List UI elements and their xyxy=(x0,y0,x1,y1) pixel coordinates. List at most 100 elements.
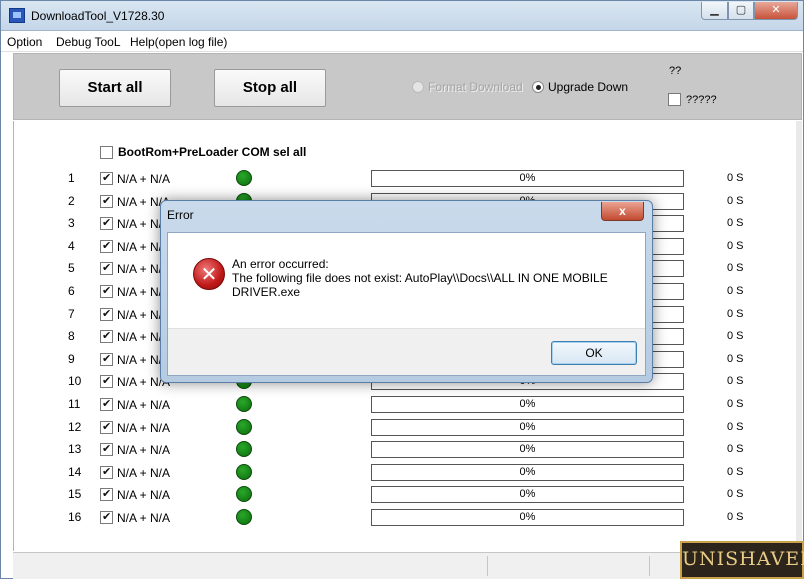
start-all-button[interactable]: Start all xyxy=(59,69,171,107)
row-checkbox[interactable] xyxy=(100,284,113,298)
row-checkbox[interactable] xyxy=(100,307,113,321)
maximize-button[interactable]: ▢ xyxy=(728,2,754,20)
row-elapsed-time: 0 S xyxy=(727,308,744,320)
toolbar: Start all Stop all Format Download Upgra… xyxy=(13,53,802,120)
row-com-port: N/A + N/A xyxy=(117,488,171,502)
row-checkbox[interactable] xyxy=(100,374,113,388)
select-all-checkbox[interactable] xyxy=(100,146,113,159)
row-checkbox[interactable] xyxy=(100,329,113,343)
row-progress-bar: 0% xyxy=(371,486,684,503)
row-com-port: N/A + N/A xyxy=(117,172,171,186)
dialog-footer: OK xyxy=(168,328,645,375)
error-message-line1: An error occurred: xyxy=(232,257,329,271)
row-checkbox[interactable] xyxy=(100,171,113,185)
row-elapsed-time: 0 S xyxy=(727,217,744,229)
row-number: 10 xyxy=(68,374,82,388)
toolbar-question-label: ?? xyxy=(669,65,682,77)
scrollbar[interactable] xyxy=(796,121,802,551)
error-message: An error occurred: The following file do… xyxy=(232,257,627,299)
row-elapsed-time: 0 S xyxy=(727,398,744,410)
port-row: 12 N/A + N/A 0% 0 S xyxy=(14,418,803,438)
row-checkbox[interactable] xyxy=(100,194,113,208)
dialog-body: ✕ An error occurred: The following file … xyxy=(167,232,646,376)
status-separator xyxy=(487,556,488,576)
error-message-line2: The following file does not exist: AutoP… xyxy=(232,271,608,299)
row-elapsed-time: 0 S xyxy=(727,353,744,365)
row-elapsed-time: 0 S xyxy=(727,240,744,252)
row-number: 7 xyxy=(68,307,75,321)
error-dialog: Error x ✕ An error occurred: The followi… xyxy=(160,200,653,383)
row-number: 15 xyxy=(68,487,82,501)
status-led-icon xyxy=(236,419,252,435)
row-checkbox[interactable] xyxy=(100,397,113,411)
watermark-logo: UNISHAVER xyxy=(680,541,804,579)
row-checkbox[interactable] xyxy=(100,239,113,253)
menu-bar: Option Debug TooL Help(open log file) xyxy=(1,32,803,52)
stop-all-button[interactable]: Stop all xyxy=(214,69,326,107)
radio-selected-dot xyxy=(536,85,541,90)
row-elapsed-time: 0 S xyxy=(727,195,744,207)
row-elapsed-time: 0 S xyxy=(727,466,744,478)
status-led-icon xyxy=(236,486,252,502)
port-row: 15 N/A + N/A 0% 0 S xyxy=(14,485,803,505)
status-led-icon xyxy=(236,441,252,457)
port-row: 16 N/A + N/A 0% 0 S xyxy=(14,508,803,528)
format-download-radio xyxy=(412,81,424,93)
upgrade-download-label[interactable]: Upgrade Downloa xyxy=(548,80,628,94)
status-led-icon xyxy=(236,170,252,186)
row-number: 8 xyxy=(68,329,75,343)
row-elapsed-time: 0 S xyxy=(727,375,744,387)
row-com-port: N/A + N/A xyxy=(117,511,171,525)
menu-help[interactable]: Help(open log file) xyxy=(130,35,227,49)
menu-debug-tool[interactable]: Debug TooL xyxy=(56,35,121,49)
row-checkbox[interactable] xyxy=(100,216,113,230)
row-number: 13 xyxy=(68,442,82,456)
row-elapsed-time: 0 S xyxy=(727,443,744,455)
row-elapsed-time: 0 S xyxy=(727,421,744,433)
row-progress-bar: 0% xyxy=(371,441,684,458)
row-number: 5 xyxy=(68,261,75,275)
row-elapsed-time: 0 S xyxy=(727,330,744,342)
row-elapsed-time: 0 S xyxy=(727,285,744,297)
dialog-title: Error xyxy=(167,208,194,222)
row-checkbox[interactable] xyxy=(100,465,113,479)
error-icon: ✕ xyxy=(193,258,225,290)
row-checkbox[interactable] xyxy=(100,352,113,366)
menu-option[interactable]: Option xyxy=(7,35,42,49)
ok-button[interactable]: OK xyxy=(551,341,637,365)
toolbar-checkbox[interactable] xyxy=(668,93,681,106)
port-row: 1 N/A + N/A 0% 0 S xyxy=(14,169,803,189)
row-progress-bar: 0% xyxy=(371,464,684,481)
row-number: 1 xyxy=(68,171,75,185)
title-bar[interactable]: DownloadTool_V1728.30 ▁ ▢ ✕ xyxy=(1,1,803,31)
row-number: 16 xyxy=(68,510,82,524)
row-checkbox[interactable] xyxy=(100,420,113,434)
row-checkbox[interactable] xyxy=(100,510,113,524)
row-elapsed-time: 0 S xyxy=(727,488,744,500)
row-checkbox[interactable] xyxy=(100,487,113,501)
minimize-button[interactable]: ▁ xyxy=(701,2,728,20)
port-row: 13 N/A + N/A 0% 0 S xyxy=(14,440,803,460)
port-row: 11 N/A + N/A 0% 0 S xyxy=(14,395,803,415)
port-row: 14 N/A + N/A 0% 0 S xyxy=(14,463,803,483)
close-button[interactable]: ✕ xyxy=(754,2,798,20)
row-checkbox[interactable] xyxy=(100,442,113,456)
dialog-close-button[interactable]: x xyxy=(601,202,644,221)
row-number: 14 xyxy=(68,465,82,479)
row-number: 11 xyxy=(68,397,81,411)
row-progress-bar: 0% xyxy=(371,509,684,526)
row-elapsed-time: 0 S xyxy=(727,511,744,523)
row-checkbox[interactable] xyxy=(100,261,113,275)
upgrade-download-radio[interactable] xyxy=(532,81,544,93)
row-progress-bar: 0% xyxy=(371,419,684,436)
row-com-port: N/A + N/A xyxy=(117,443,171,457)
row-com-port: N/A + N/A xyxy=(117,398,171,412)
row-number: 6 xyxy=(68,284,75,298)
status-led-icon xyxy=(236,509,252,525)
status-led-icon xyxy=(236,396,252,412)
app-icon xyxy=(9,8,25,23)
format-download-label: Format Download xyxy=(428,80,523,94)
window-title: DownloadTool_V1728.30 xyxy=(31,9,165,23)
row-number: 2 xyxy=(68,194,75,208)
row-number: 3 xyxy=(68,216,75,230)
